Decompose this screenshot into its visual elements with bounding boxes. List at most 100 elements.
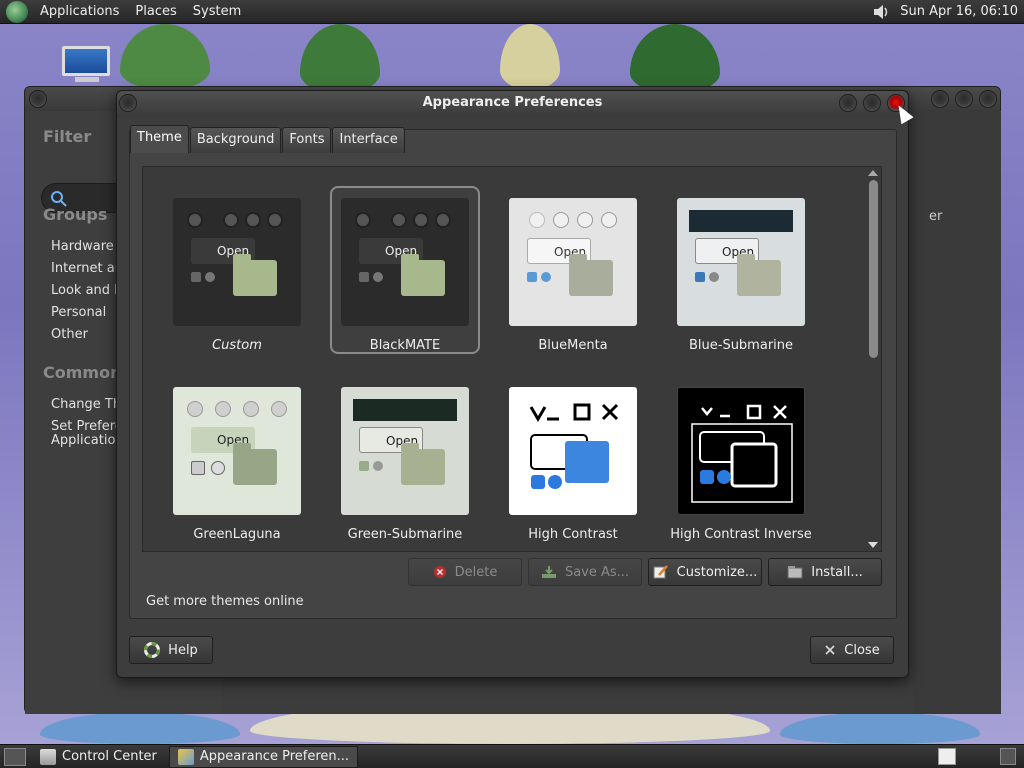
- preview-dot: [271, 401, 287, 417]
- common-applications[interactable]: Applications: [51, 433, 121, 448]
- theme-name: Custom: [212, 338, 262, 353]
- preview-titlebar: [353, 399, 457, 421]
- folder-icon: [737, 254, 781, 296]
- minimize-button[interactable]: [839, 94, 857, 112]
- computer-desktop-icon[interactable]: [62, 46, 112, 84]
- preview-dot: [391, 212, 407, 228]
- theme-item-high-contrast[interactable]: High Contrast: [498, 387, 648, 542]
- bottom-taskbar: Control Center Appearance Preferen...: [0, 744, 1024, 768]
- tab-background[interactable]: Background: [189, 127, 282, 153]
- workspace-switcher[interactable]: [938, 748, 956, 765]
- window-menu-button[interactable]: [119, 94, 137, 112]
- delete-button[interactable]: Delete: [408, 558, 522, 586]
- filter-heading: Filter: [43, 127, 92, 146]
- customize-button[interactable]: Customize...: [648, 558, 762, 586]
- close-dialog-button[interactable]: Close: [810, 636, 894, 664]
- folder-icon: [401, 443, 445, 485]
- mate-logo-icon[interactable]: [6, 0, 28, 23]
- theme-list-scrollbar[interactable]: [867, 168, 880, 550]
- preview-titlebar: [689, 210, 793, 232]
- theme-item-green-submarine[interactable]: Open Green-Submarine: [330, 387, 480, 542]
- delete-icon: [433, 566, 446, 578]
- scroll-down-icon[interactable]: [868, 542, 878, 548]
- group-look-and-feel[interactable]: Look and Fe: [51, 283, 121, 298]
- scroll-thumb[interactable]: [869, 180, 878, 358]
- theme-preview: Open: [677, 198, 805, 326]
- theme-preview: Open: [341, 387, 469, 515]
- theme-preview: Open: [173, 198, 301, 326]
- group-hardware[interactable]: Hardware: [51, 239, 121, 254]
- save-as-label: Save As...: [564, 564, 630, 580]
- help-button[interactable]: Help: [129, 636, 213, 664]
- preview-checkbox: [359, 272, 369, 282]
- theme-item-blue-submarine[interactable]: Open Blue-Submarine: [666, 198, 816, 353]
- common-change-theme[interactable]: Change The: [51, 397, 121, 412]
- theme-preview: Open: [341, 198, 469, 326]
- theme-item-high-contrast-inverse[interactable]: High Contrast Inverse: [666, 387, 816, 542]
- theme-preview: Open: [509, 198, 637, 326]
- high-contrast-preview-icon: [529, 403, 619, 489]
- wallpaper-shape: [630, 24, 720, 94]
- menu-places[interactable]: Places: [127, 1, 184, 23]
- theme-item-bluementa[interactable]: Open BlueMenta: [498, 198, 648, 353]
- panel-clock[interactable]: Sun Apr 16, 06:10: [900, 4, 1024, 19]
- preview-dot: [215, 401, 231, 417]
- wallpaper-shape: [500, 24, 560, 90]
- customize-label: Customize...: [676, 564, 758, 580]
- preview-checkbox: [191, 272, 201, 282]
- task-appearance-preferences[interactable]: Appearance Preferen...: [168, 745, 359, 768]
- common-set-preferred[interactable]: Set Prefere: [51, 419, 121, 434]
- preview-dot: [601, 212, 617, 228]
- preview-radio: [205, 272, 215, 282]
- theme-item-custom[interactable]: Open Custom: [162, 198, 312, 353]
- folder-icon: [569, 254, 613, 296]
- group-personal[interactable]: Personal: [51, 305, 121, 320]
- speaker-icon[interactable]: [870, 1, 892, 23]
- preview-dot: [355, 212, 371, 228]
- save-as-button[interactable]: Save As...: [528, 558, 642, 586]
- close-button[interactable]: [979, 90, 997, 108]
- right-fragment: er: [929, 209, 943, 224]
- theme-item-greenlaguna[interactable]: Open GreenLaguna: [162, 387, 312, 542]
- minimize-button[interactable]: [931, 90, 949, 108]
- maximize-button[interactable]: [955, 90, 973, 108]
- tab-interface[interactable]: Interface: [332, 127, 405, 153]
- group-internet[interactable]: Internet and: [51, 261, 121, 276]
- preview-dot: [529, 212, 545, 228]
- preview-dot: [223, 212, 239, 228]
- scroll-up-icon[interactable]: [868, 170, 878, 176]
- tab-theme[interactable]: Theme: [130, 125, 189, 153]
- top-panel: Applications Places System Sun Apr 16, 0…: [0, 0, 1024, 24]
- preview-checkbox: [527, 272, 537, 282]
- preview-checkbox: [359, 461, 369, 471]
- menu-system[interactable]: System: [185, 1, 249, 23]
- wallpaper-shape: [300, 24, 380, 94]
- trash-icon[interactable]: [1000, 748, 1016, 765]
- show-desktop-icon[interactable]: [4, 747, 26, 766]
- groups-heading: Groups: [43, 205, 108, 224]
- preview-radio: [373, 272, 383, 282]
- appearance-icon: [177, 748, 194, 765]
- get-more-themes-link[interactable]: Get more themes online: [146, 594, 304, 609]
- tab-fonts[interactable]: Fonts: [282, 127, 332, 153]
- preview-dot: [187, 212, 203, 228]
- help-label: Help: [168, 642, 198, 658]
- folder-icon: [233, 443, 277, 485]
- common-heading: Common: [43, 363, 122, 382]
- theme-name: Green-Submarine: [347, 527, 463, 542]
- group-other[interactable]: Other: [51, 327, 121, 342]
- window-menu-button[interactable]: [29, 90, 47, 108]
- preview-dot: [245, 212, 261, 228]
- theme-name: BlackMATE: [369, 338, 441, 353]
- preview-dot: [243, 401, 259, 417]
- preview-dot: [187, 401, 203, 417]
- task-control-center[interactable]: Control Center: [32, 746, 165, 768]
- maximize-button[interactable]: [863, 94, 881, 112]
- menu-applications[interactable]: Applications: [32, 1, 127, 23]
- theme-item-blackmate[interactable]: Open BlackMATE: [330, 186, 480, 354]
- control-center-icon: [40, 748, 56, 765]
- task-label: Appearance Preferen...: [199, 749, 350, 764]
- delete-label: Delete: [454, 564, 498, 580]
- install-button[interactable]: Install...: [768, 558, 882, 586]
- theme-name: GreenLaguna: [193, 527, 281, 542]
